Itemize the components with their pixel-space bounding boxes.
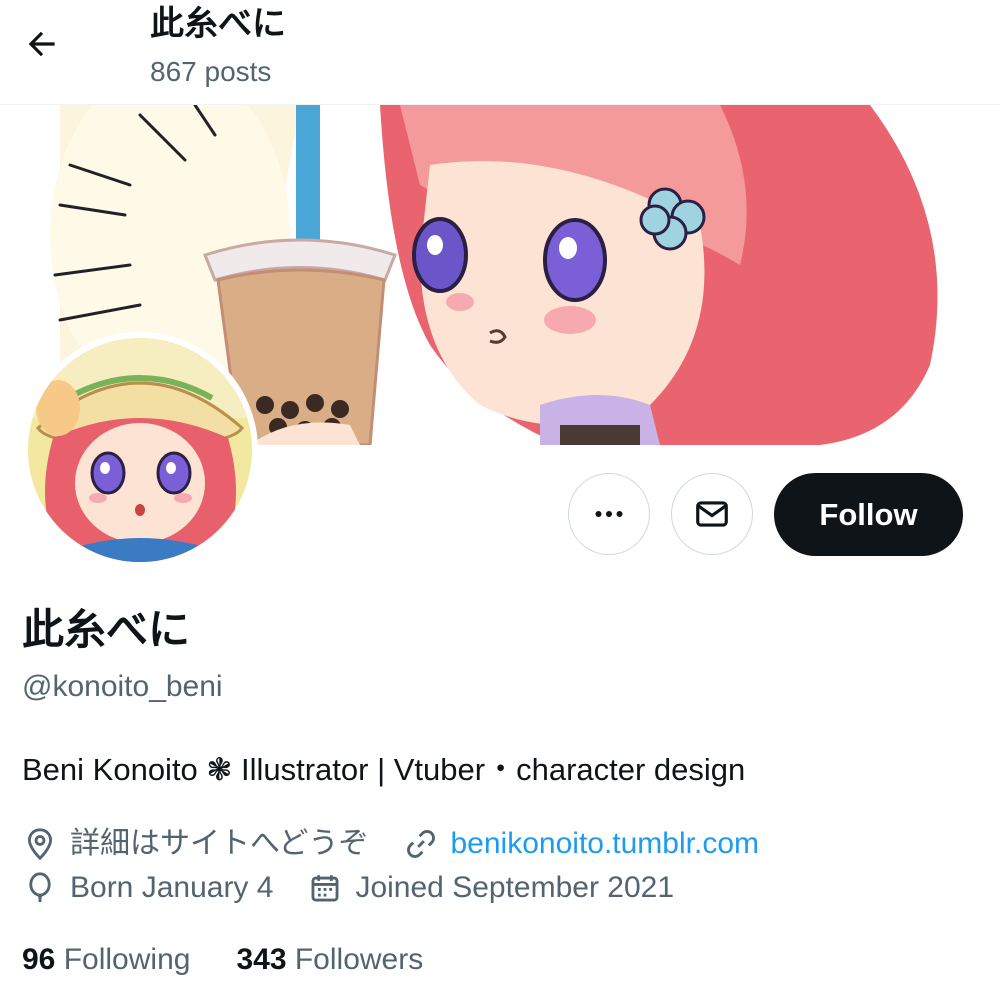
link-icon bbox=[403, 826, 439, 862]
more-horizontal-icon bbox=[595, 511, 623, 517]
location-item: 詳細はサイトへどうぞ bbox=[22, 824, 369, 864]
display-name: 此糸べに bbox=[22, 606, 191, 653]
profile-meta-row: 詳細はサイトへどうぞ benikonoito.tumblr.com bbox=[22, 824, 793, 864]
balloon-icon bbox=[22, 870, 58, 906]
follow-button[interactable]: Follow bbox=[774, 473, 963, 556]
joined-item: Joined September 2021 bbox=[307, 868, 674, 908]
user-handle: @konoito_beni bbox=[22, 670, 223, 703]
top-bar: 此糸べに 867 posts bbox=[0, 0, 1000, 105]
location-text: 詳細はサイトへどうぞ bbox=[70, 827, 369, 860]
website-item[interactable]: benikonoito.tumblr.com bbox=[403, 824, 760, 864]
following-count: 96 bbox=[22, 943, 56, 976]
joined-text: Joined September 2021 bbox=[355, 871, 675, 904]
birthday-item: Born January 4 bbox=[22, 868, 273, 908]
avatar-image bbox=[28, 338, 252, 562]
bio-text: Beni Konoito ❃ Illustrator | Vtuber・char… bbox=[22, 752, 746, 787]
calendar-icon bbox=[307, 870, 343, 906]
back-button[interactable] bbox=[18, 20, 66, 68]
followers-stat[interactable]: 343 Followers bbox=[236, 940, 423, 980]
message-button[interactable] bbox=[671, 473, 753, 555]
birthday-text: Born January 4 bbox=[70, 871, 274, 904]
follow-stats: 96 Following 343 Followers bbox=[22, 940, 469, 980]
following-label: Following bbox=[63, 943, 191, 976]
header-title: 此糸べに bbox=[150, 5, 286, 43]
profile-meta-row-2: Born January 4 Joined September 2021 bbox=[22, 868, 708, 908]
avatar[interactable] bbox=[22, 332, 258, 568]
envelope-icon bbox=[696, 501, 728, 527]
location-pin-icon bbox=[22, 826, 58, 862]
website-link[interactable]: benikonoito.tumblr.com bbox=[451, 824, 760, 864]
followers-label: Followers bbox=[294, 943, 424, 976]
posts-count: 867 posts bbox=[150, 56, 272, 87]
arrow-left-icon bbox=[28, 31, 55, 57]
more-button[interactable] bbox=[568, 473, 650, 555]
following-stat[interactable]: 96 Following bbox=[22, 940, 190, 980]
followers-count: 343 bbox=[236, 943, 287, 976]
